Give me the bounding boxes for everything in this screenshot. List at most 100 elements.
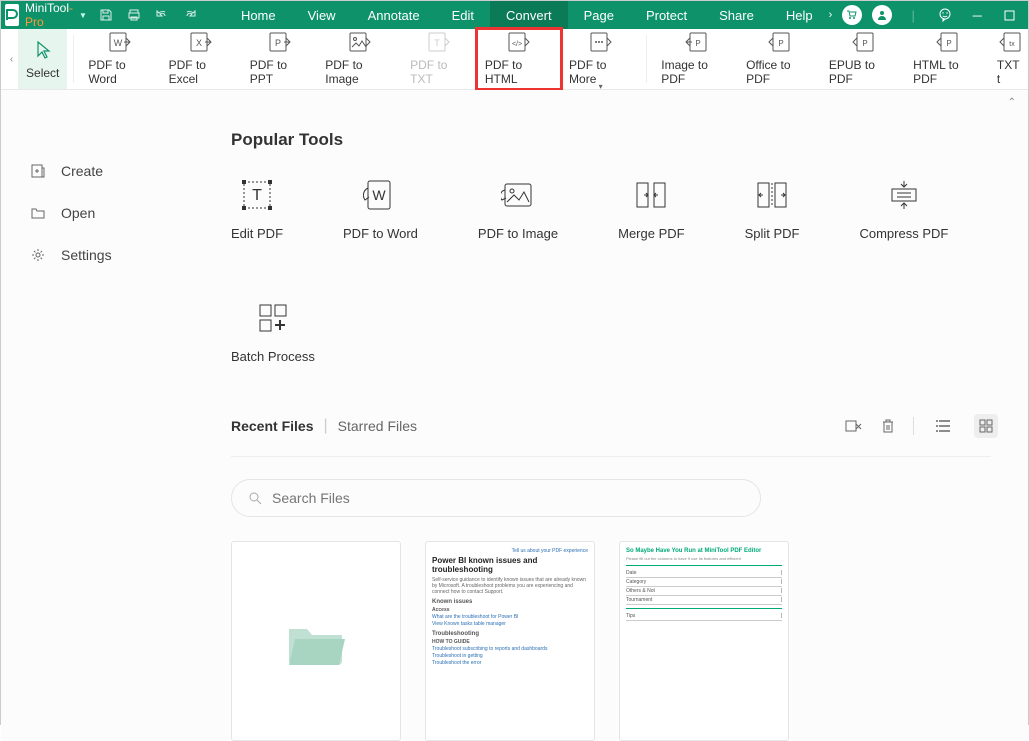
- tool-html-to-pdf[interactable]: P HTML to PDF: [905, 29, 989, 89]
- grid-view-icon[interactable]: [974, 414, 998, 438]
- image-to-pdf-icon: P: [683, 32, 709, 52]
- split-icon: [752, 178, 792, 212]
- file-thumbnails: Tell us about your PDF experience Power …: [231, 541, 998, 741]
- excel-doc-icon: X: [188, 32, 214, 52]
- app-logo: [5, 4, 19, 26]
- menu-convert[interactable]: Convert: [490, 1, 568, 29]
- main-content: Popular Tools T Edit PDF W PDF to Word P…: [201, 90, 1028, 741]
- delete-icon[interactable]: [881, 418, 895, 434]
- ribbon-separator: [73, 35, 74, 83]
- search-input[interactable]: [272, 490, 744, 506]
- popular-batch-process[interactable]: Batch Process: [231, 301, 315, 364]
- popular-merge-pdf[interactable]: Merge PDF: [618, 178, 684, 241]
- tool-epub-to-pdf[interactable]: P EPUB to PDF: [821, 29, 905, 89]
- file-thumb-2[interactable]: So Maybe Have You Run at MiniTool PDF Ed…: [619, 541, 789, 741]
- tool-pdf-to-ppt[interactable]: P PDF to PPT: [242, 29, 318, 89]
- tool-pdf-to-image[interactable]: PDF to Image: [317, 29, 402, 89]
- tool-image-to-pdf[interactable]: P Image to PDF: [653, 29, 738, 89]
- edit-pdf-icon: T: [237, 178, 277, 212]
- maximize-button[interactable]: [998, 4, 1020, 26]
- pdf-word-icon: W: [360, 178, 400, 212]
- folder-open-icon: [281, 611, 351, 671]
- body-area: Create Open Settings Popular Tools T Edi…: [1, 90, 1028, 741]
- popular-pdf-to-word[interactable]: W PDF to Word: [343, 178, 418, 241]
- view-separator: [913, 417, 914, 435]
- divider-line: [231, 456, 991, 457]
- tool-select[interactable]: Select: [18, 29, 67, 89]
- open-folder-thumb[interactable]: [231, 541, 401, 741]
- menu-share[interactable]: Share: [703, 1, 770, 29]
- search-bar[interactable]: [231, 479, 761, 517]
- svg-text:X: X: [196, 38, 202, 48]
- list-view-icon[interactable]: [932, 414, 956, 438]
- app-name: MiniTool-Pro: [25, 1, 73, 29]
- tool-pdf-to-html[interactable]: </> PDF to HTML: [477, 29, 561, 89]
- menu-annotate[interactable]: Annotate: [352, 1, 436, 29]
- html-doc-icon: </>: [506, 32, 532, 52]
- collapse-ribbon-icon[interactable]: ⌃: [1008, 97, 1016, 108]
- txt-to-pdf-icon: tx: [997, 32, 1023, 52]
- ribbon-toolbar: ‹ Select W PDF to Word X PDF to Excel P …: [1, 29, 1028, 90]
- sidebar-item-create[interactable]: Create: [1, 150, 201, 192]
- app-dropdown-caret[interactable]: ▼: [79, 11, 87, 20]
- undo-icon[interactable]: [155, 8, 169, 22]
- divider: |: [902, 4, 924, 26]
- tool-pdf-to-more[interactable]: PDF to More ▾: [561, 29, 640, 89]
- merge-icon: [631, 178, 671, 212]
- popular-edit-pdf[interactable]: T Edit PDF: [231, 178, 283, 241]
- gear-icon: [29, 246, 47, 264]
- menu-protect[interactable]: Protect: [630, 1, 703, 29]
- popular-split-pdf[interactable]: Split PDF: [745, 178, 800, 241]
- tab-starred-files[interactable]: Starred Files: [338, 418, 417, 434]
- file-thumb-1[interactable]: Tell us about your PDF experience Power …: [425, 541, 595, 741]
- minimize-button[interactable]: ─: [966, 4, 988, 26]
- left-sidebar: Create Open Settings: [1, 90, 201, 741]
- tool-office-to-pdf[interactable]: P Office to PDF: [738, 29, 821, 89]
- save-icon[interactable]: [99, 8, 113, 22]
- tool-pdf-to-word[interactable]: W PDF to Word: [80, 29, 160, 89]
- epub-to-pdf-icon: P: [850, 32, 876, 52]
- svg-text:P: P: [779, 39, 784, 48]
- menu-page[interactable]: Page: [568, 1, 630, 29]
- quick-access-toolbar: [99, 8, 197, 22]
- tab-recent-files[interactable]: Recent Files: [231, 418, 313, 434]
- svg-text:P: P: [862, 39, 867, 48]
- clear-list-icon[interactable]: [845, 418, 863, 434]
- sidebar-item-open[interactable]: Open: [1, 192, 201, 234]
- tool-txt-to-pdf[interactable]: tx TXT t: [989, 29, 1024, 89]
- popular-pdf-to-image[interactable]: PDF to Image: [478, 178, 558, 241]
- more-doc-icon: [588, 32, 614, 52]
- cart-icon[interactable]: [842, 5, 862, 25]
- menu-edit[interactable]: Edit: [436, 1, 490, 29]
- files-header: Recent Files | Starred Files: [231, 414, 998, 438]
- popular-compress-pdf[interactable]: Compress PDF: [859, 178, 948, 241]
- tool-pdf-to-txt[interactable]: T PDF to TXT: [402, 29, 477, 89]
- popular-tools-grid: T Edit PDF W PDF to Word PDF to Image Me…: [231, 178, 998, 364]
- ribbon-scroll-left[interactable]: ‹: [5, 29, 18, 89]
- tab-divider: |: [323, 417, 327, 435]
- svg-text:P: P: [946, 39, 951, 48]
- word-doc-icon: W: [107, 32, 133, 52]
- sidebar-item-settings[interactable]: Settings: [1, 234, 201, 276]
- pdf-image-icon: [498, 178, 538, 212]
- tool-pdf-to-excel[interactable]: X PDF to Excel: [161, 29, 242, 89]
- user-avatar-icon[interactable]: [872, 5, 892, 25]
- office-to-pdf-icon: P: [766, 32, 792, 52]
- chevron-right-icon[interactable]: ›: [829, 9, 833, 21]
- popular-tools-title: Popular Tools: [231, 130, 998, 150]
- print-icon[interactable]: [127, 8, 141, 22]
- svg-text:T: T: [252, 187, 262, 204]
- svg-text:tx: tx: [1010, 41, 1016, 48]
- compress-icon: [884, 178, 924, 212]
- menu-help[interactable]: Help: [770, 1, 829, 29]
- ribbon-separator: [646, 35, 647, 83]
- feedback-icon[interactable]: [934, 4, 956, 26]
- svg-text:P: P: [274, 38, 280, 48]
- sidebar-item-label: Create: [61, 163, 103, 179]
- batch-icon: [253, 301, 293, 335]
- menu-home[interactable]: Home: [225, 1, 292, 29]
- svg-text:W: W: [114, 38, 123, 48]
- menu-view[interactable]: View: [292, 1, 352, 29]
- redo-icon[interactable]: [183, 8, 197, 22]
- svg-text:T: T: [435, 38, 441, 48]
